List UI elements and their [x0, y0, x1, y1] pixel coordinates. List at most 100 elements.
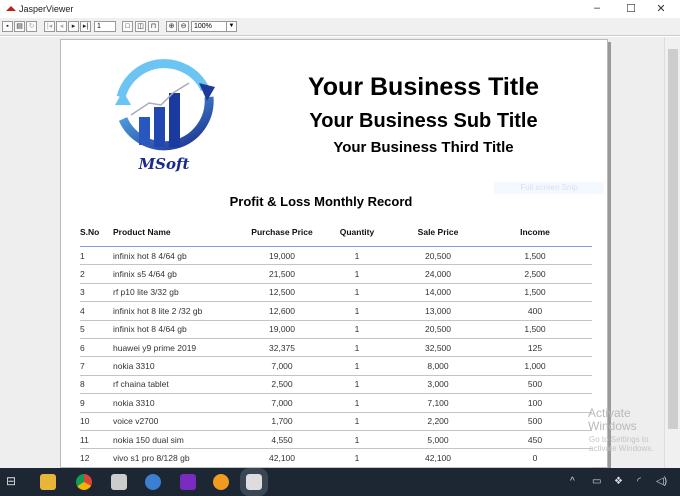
intellij-icon[interactable] [180, 474, 196, 490]
save-icon[interactable]: ▪ [2, 21, 13, 32]
chrome-icon[interactable] [76, 474, 92, 490]
last-page-icon[interactable]: ▸| [80, 21, 91, 32]
cell-purchase-price: 12,500 [269, 287, 295, 298]
zoom-select[interactable]: 100% ▼ [191, 21, 237, 32]
dropbox-icon[interactable]: ❖ [614, 476, 623, 487]
zoom-in-icon[interactable]: ⊕ [166, 21, 177, 32]
pl-table: S.No Product Name Purchase Price Quantit… [80, 218, 592, 468]
show-hidden-icons-icon[interactable]: ^ [570, 476, 575, 487]
task-view-icon[interactable]: ⊟ [6, 474, 22, 490]
cell-sale-price: 2,200 [427, 416, 449, 427]
close-button[interactable]: ✕ [646, 2, 676, 15]
table-row: 4 infinix hot 8 lite 2 /32 gb 12,600 1 13,00… [80, 302, 592, 321]
chevron-down-icon[interactable]: ▼ [226, 22, 236, 31]
cell-income: 500 [527, 416, 543, 427]
orange-app-icon[interactable] [213, 474, 229, 490]
col-product-name: Product Name [113, 227, 171, 237]
cell-purchase-price: 32,375 [269, 342, 295, 353]
actual-size-icon[interactable]: □ [122, 21, 133, 32]
video-editor-icon[interactable] [111, 474, 127, 490]
table-row: 12 vivo s1 pro 8/128 gb 42,100 1 42,100 0 [80, 449, 592, 468]
cell-income: 400 [527, 305, 543, 316]
zoom-out-icon[interactable]: ⊖ [178, 21, 189, 32]
cell-income: 1,500 [524, 324, 546, 335]
page-number-input[interactable]: 1 [94, 21, 116, 32]
cell-product-name: rf p10 lite 3/32 gb [113, 287, 179, 298]
network-tool-icon[interactable] [145, 474, 161, 490]
cell-sno: 9 [80, 397, 85, 408]
minimize-button[interactable]: – [582, 2, 612, 14]
title-bar: JasperViewer – ☐ ✕ [0, 0, 680, 18]
previous-page-icon[interactable]: ◂ [56, 21, 67, 32]
cell-sale-price: 24,000 [425, 269, 451, 280]
cell-sno: 12 [80, 452, 90, 463]
table-row: 11 nokia 150 dual sim 4,550 1 5,000 450 [80, 431, 592, 450]
cell-sale-price: 14,000 [425, 287, 451, 298]
cell-income: 500 [527, 379, 543, 390]
cell-sno: 3 [80, 287, 85, 298]
col-sale-price: Sale Price [417, 227, 459, 237]
jasper-logo-icon [6, 6, 16, 11]
wifi-icon[interactable]: ◜ [637, 476, 641, 487]
cell-sale-price: 42,100 [425, 452, 451, 463]
cell-sale-price: 20,500 [425, 250, 451, 261]
file-explorer-icon[interactable] [40, 474, 56, 490]
volume-icon[interactable]: ◁) [656, 476, 667, 487]
next-page-icon[interactable]: ▸ [68, 21, 79, 32]
cell-quantity: 1 [354, 250, 360, 261]
fit-page-icon[interactable]: ◫ [135, 21, 146, 32]
cell-income: 0 [532, 452, 538, 463]
cell-income: 2,500 [524, 269, 546, 280]
cell-sale-price: 13,000 [425, 305, 451, 316]
cell-product-name: rf chaina tablet [113, 379, 169, 390]
table-header: S.No Product Name Purchase Price Quantit… [80, 218, 592, 247]
cell-product-name: infinix hot 8 4/64 gb [113, 324, 187, 335]
first-page-icon[interactable]: |◂ [44, 21, 55, 32]
cell-sale-price: 32,500 [425, 342, 451, 353]
cell-sno: 1 [80, 250, 85, 261]
cell-purchase-price: 7,000 [271, 361, 293, 372]
table-row: 10 voice v2700 1,700 1 2,200 500 [80, 413, 592, 431]
reload-icon[interactable]: ↻ [26, 21, 37, 32]
cell-purchase-price: 21,500 [269, 269, 295, 280]
maximize-button[interactable]: ☐ [616, 2, 646, 15]
cell-purchase-price: 4,550 [271, 434, 293, 445]
report-page: MSoft Your Business Title Your Business … [60, 39, 608, 468]
cell-sno: 6 [80, 342, 85, 353]
fit-width-icon[interactable]: ⊓ [148, 21, 159, 32]
table-row: 7 nokia 3310 7,000 1 8,000 1,000 [80, 357, 592, 376]
col-income: Income [520, 227, 550, 237]
cell-income: 125 [527, 342, 543, 353]
cell-quantity: 1 [354, 305, 360, 316]
battery-icon[interactable]: ▭ [592, 476, 601, 487]
cell-quantity: 1 [354, 452, 360, 463]
table-row: 1 infinix hot 8 4/64 gb 19,000 1 20,500 1,500 [80, 247, 592, 266]
activate-windows-text: Activate Windows [588, 406, 637, 433]
col-sno: S.No [80, 227, 100, 237]
cell-income: 1,500 [524, 287, 546, 298]
cell-quantity: 1 [354, 287, 360, 298]
cell-purchase-price: 19,000 [269, 250, 295, 261]
cell-sno: 8 [80, 379, 85, 390]
cell-income: 100 [527, 397, 543, 408]
cell-quantity: 1 [354, 397, 360, 408]
col-quantity: Quantity [339, 227, 375, 237]
cell-quantity: 1 [354, 269, 360, 280]
cell-product-name: infinix hot 8 lite 2 /32 gb [113, 305, 203, 316]
print-icon[interactable]: ▤ [14, 21, 25, 32]
scrollbar-thumb[interactable] [668, 49, 678, 429]
cell-product-name: infinix s5 4/64 gb [113, 269, 177, 280]
cell-sale-price: 5,000 [427, 434, 449, 445]
java-icon[interactable] [240, 468, 268, 496]
cell-purchase-price: 2,500 [271, 379, 293, 390]
col-purchase-price: Purchase Price [251, 227, 313, 237]
cell-product-name: vivo s1 pro 8/128 gb [113, 452, 190, 463]
cell-income: 1,500 [524, 250, 546, 261]
cell-quantity: 1 [354, 434, 360, 445]
zoom-value: 100% [194, 23, 212, 30]
cell-purchase-price: 12,600 [269, 305, 295, 316]
cell-product-name: huawei y9 prime 2019 [113, 342, 197, 353]
cell-quantity: 1 [354, 342, 360, 353]
cell-sno: 7 [80, 361, 85, 372]
vertical-scrollbar[interactable] [664, 37, 680, 468]
